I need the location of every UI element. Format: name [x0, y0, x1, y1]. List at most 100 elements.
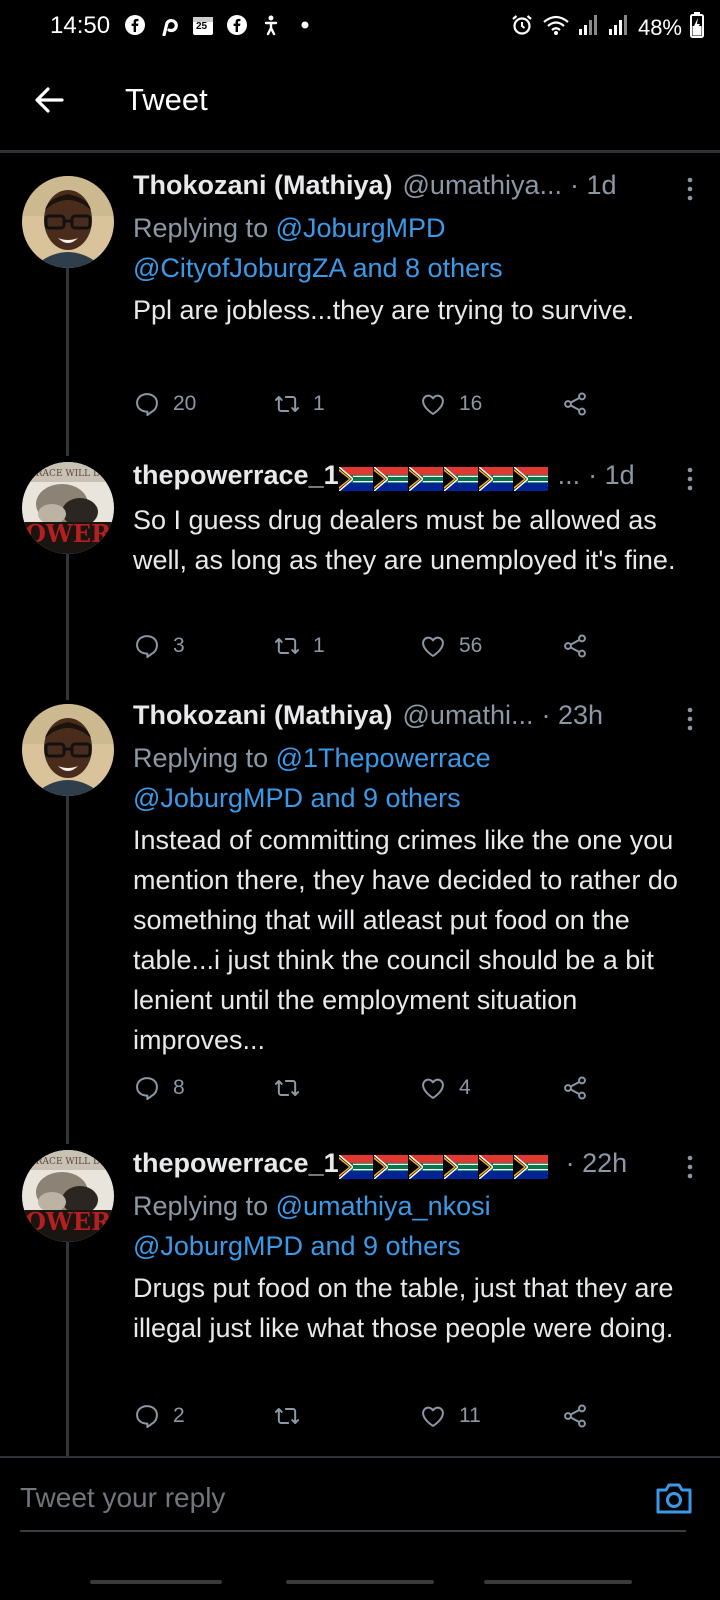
retweet-button[interactable]	[273, 1402, 313, 1430]
system-icons: 48%	[510, 12, 704, 44]
nav-back[interactable]	[484, 1580, 632, 1584]
signal-icon	[578, 13, 600, 43]
mention-link[interactable]: @umathiya_nkosi	[276, 1191, 491, 1221]
south-africa-flag-icon	[374, 1155, 408, 1179]
author-handle[interactable]: @umathi...	[403, 700, 534, 731]
reply-icon	[133, 1402, 161, 1430]
retweet-count: 1	[313, 634, 325, 657]
retweet-count: 1	[313, 392, 325, 415]
reply-button[interactable]: 2	[133, 1402, 185, 1430]
signal-icon	[608, 13, 630, 43]
south-africa-flag-icon	[444, 1155, 478, 1179]
share-icon	[561, 1074, 589, 1102]
tweet-actions: 3 1 56	[133, 632, 613, 672]
retweet-icon	[273, 1402, 301, 1430]
retweet-icon	[273, 632, 301, 660]
like-count: 56	[459, 634, 483, 657]
sa-flags	[339, 1155, 548, 1179]
status-bar: 14:50 25 48%	[0, 0, 720, 56]
facebook-icon	[124, 14, 146, 36]
tweet-actions: 2 11	[133, 1402, 613, 1442]
reply-button[interactable]: 20	[133, 390, 196, 418]
like-count: 16	[459, 392, 483, 415]
page-title: Tweet	[125, 82, 208, 117]
notification-icons: 25	[124, 14, 316, 36]
battery-icon	[690, 12, 704, 44]
share-button[interactable]	[561, 1074, 589, 1102]
avatar[interactable]	[22, 176, 114, 268]
tweet-actions: 20 1 16	[133, 390, 613, 430]
nav-recents[interactable]	[90, 1580, 222, 1584]
tweet-text: Drugs put food on the table, just that t…	[133, 1273, 674, 1343]
author-handle[interactable]: ...	[558, 460, 581, 491]
reply-count: 3	[173, 634, 185, 657]
dot-icon	[294, 14, 316, 36]
tweet-time: · 22h	[565, 1148, 628, 1178]
thread-connector	[66, 796, 69, 1144]
replying-to: Replying to @JoburgMPD @CityofJoburgZA a…	[133, 213, 503, 283]
tweet-actions: 8 4	[133, 1074, 613, 1114]
tweet-text: Instead of committing crimes like the on…	[133, 825, 678, 1055]
author-name[interactable]: thepowerrace_1	[133, 1148, 339, 1179]
alarm-icon	[510, 13, 534, 43]
south-africa-flag-icon	[514, 467, 548, 491]
more-options-icon[interactable]	[684, 706, 696, 732]
wifi-icon	[542, 13, 570, 43]
retweet-button[interactable]	[273, 1074, 313, 1102]
author-handle[interactable]: @umathiya...	[403, 170, 562, 201]
reply-button[interactable]: 3	[133, 632, 185, 660]
reply-icon	[133, 1074, 161, 1102]
status-time: 14:50	[50, 12, 111, 39]
mention-link[interactable]: @JoburgMPD and 9 others	[133, 783, 461, 813]
thread-connector	[66, 1242, 69, 1456]
like-button[interactable]: 4	[419, 1074, 471, 1102]
share-button[interactable]	[561, 1402, 589, 1430]
reply-input[interactable]: Tweet your reply	[20, 1482, 225, 1514]
author-name[interactable]: Thokozani (Mathiya)	[133, 170, 393, 201]
back-arrow-icon[interactable]	[30, 80, 70, 120]
mention-link[interactable]: @1Thepowerrace	[276, 743, 491, 773]
retweet-button[interactable]: 1	[273, 632, 325, 660]
reply-button[interactable]: 8	[133, 1074, 185, 1102]
more-options-icon[interactable]	[684, 176, 696, 202]
south-africa-flag-icon	[339, 1155, 373, 1179]
share-icon	[561, 390, 589, 418]
thread-connector	[66, 266, 69, 456]
avatar[interactable]	[22, 462, 114, 554]
heart-icon	[419, 1402, 447, 1430]
heart-icon	[419, 1074, 447, 1102]
more-options-icon[interactable]	[684, 1154, 696, 1180]
avatar[interactable]	[22, 704, 114, 796]
like-button[interactable]: 56	[419, 632, 482, 660]
nav-home[interactable]	[286, 1580, 434, 1584]
south-africa-flag-icon	[479, 467, 513, 491]
south-africa-flag-icon	[409, 1155, 443, 1179]
header: Tweet	[0, 56, 720, 146]
share-button[interactable]	[561, 632, 589, 660]
like-button[interactable]: 11	[419, 1402, 481, 1430]
author-name[interactable]: thepowerrace_1	[133, 460, 339, 491]
like-count: 4	[459, 1076, 471, 1099]
south-africa-flag-icon	[374, 467, 408, 491]
heart-icon	[419, 390, 447, 418]
avatar[interactable]	[22, 1150, 114, 1242]
share-button[interactable]	[561, 390, 589, 418]
like-count: 11	[459, 1404, 481, 1427]
mention-link[interactable]: @JoburgMPD	[276, 213, 446, 243]
like-button[interactable]: 16	[419, 390, 482, 418]
author-name[interactable]: Thokozani (Mathiya)	[133, 700, 393, 731]
south-africa-flag-icon	[444, 467, 478, 491]
facebook-icon	[226, 14, 248, 36]
mention-link[interactable]: @CityofJoburgZA and 8 others	[133, 253, 503, 283]
reply-icon	[133, 632, 161, 660]
south-africa-flag-icon	[514, 1155, 548, 1179]
more-options-icon[interactable]	[684, 466, 696, 492]
retweet-icon	[273, 390, 301, 418]
reply-icon	[133, 390, 161, 418]
south-africa-flag-icon	[409, 467, 443, 491]
accessibility-icon	[260, 14, 282, 36]
camera-icon[interactable]	[654, 1478, 694, 1518]
mention-link[interactable]: @JoburgMPD and 9 others	[133, 1231, 461, 1261]
retweet-button[interactable]: 1	[273, 390, 325, 418]
tweet-time: · 23h	[541, 700, 604, 730]
